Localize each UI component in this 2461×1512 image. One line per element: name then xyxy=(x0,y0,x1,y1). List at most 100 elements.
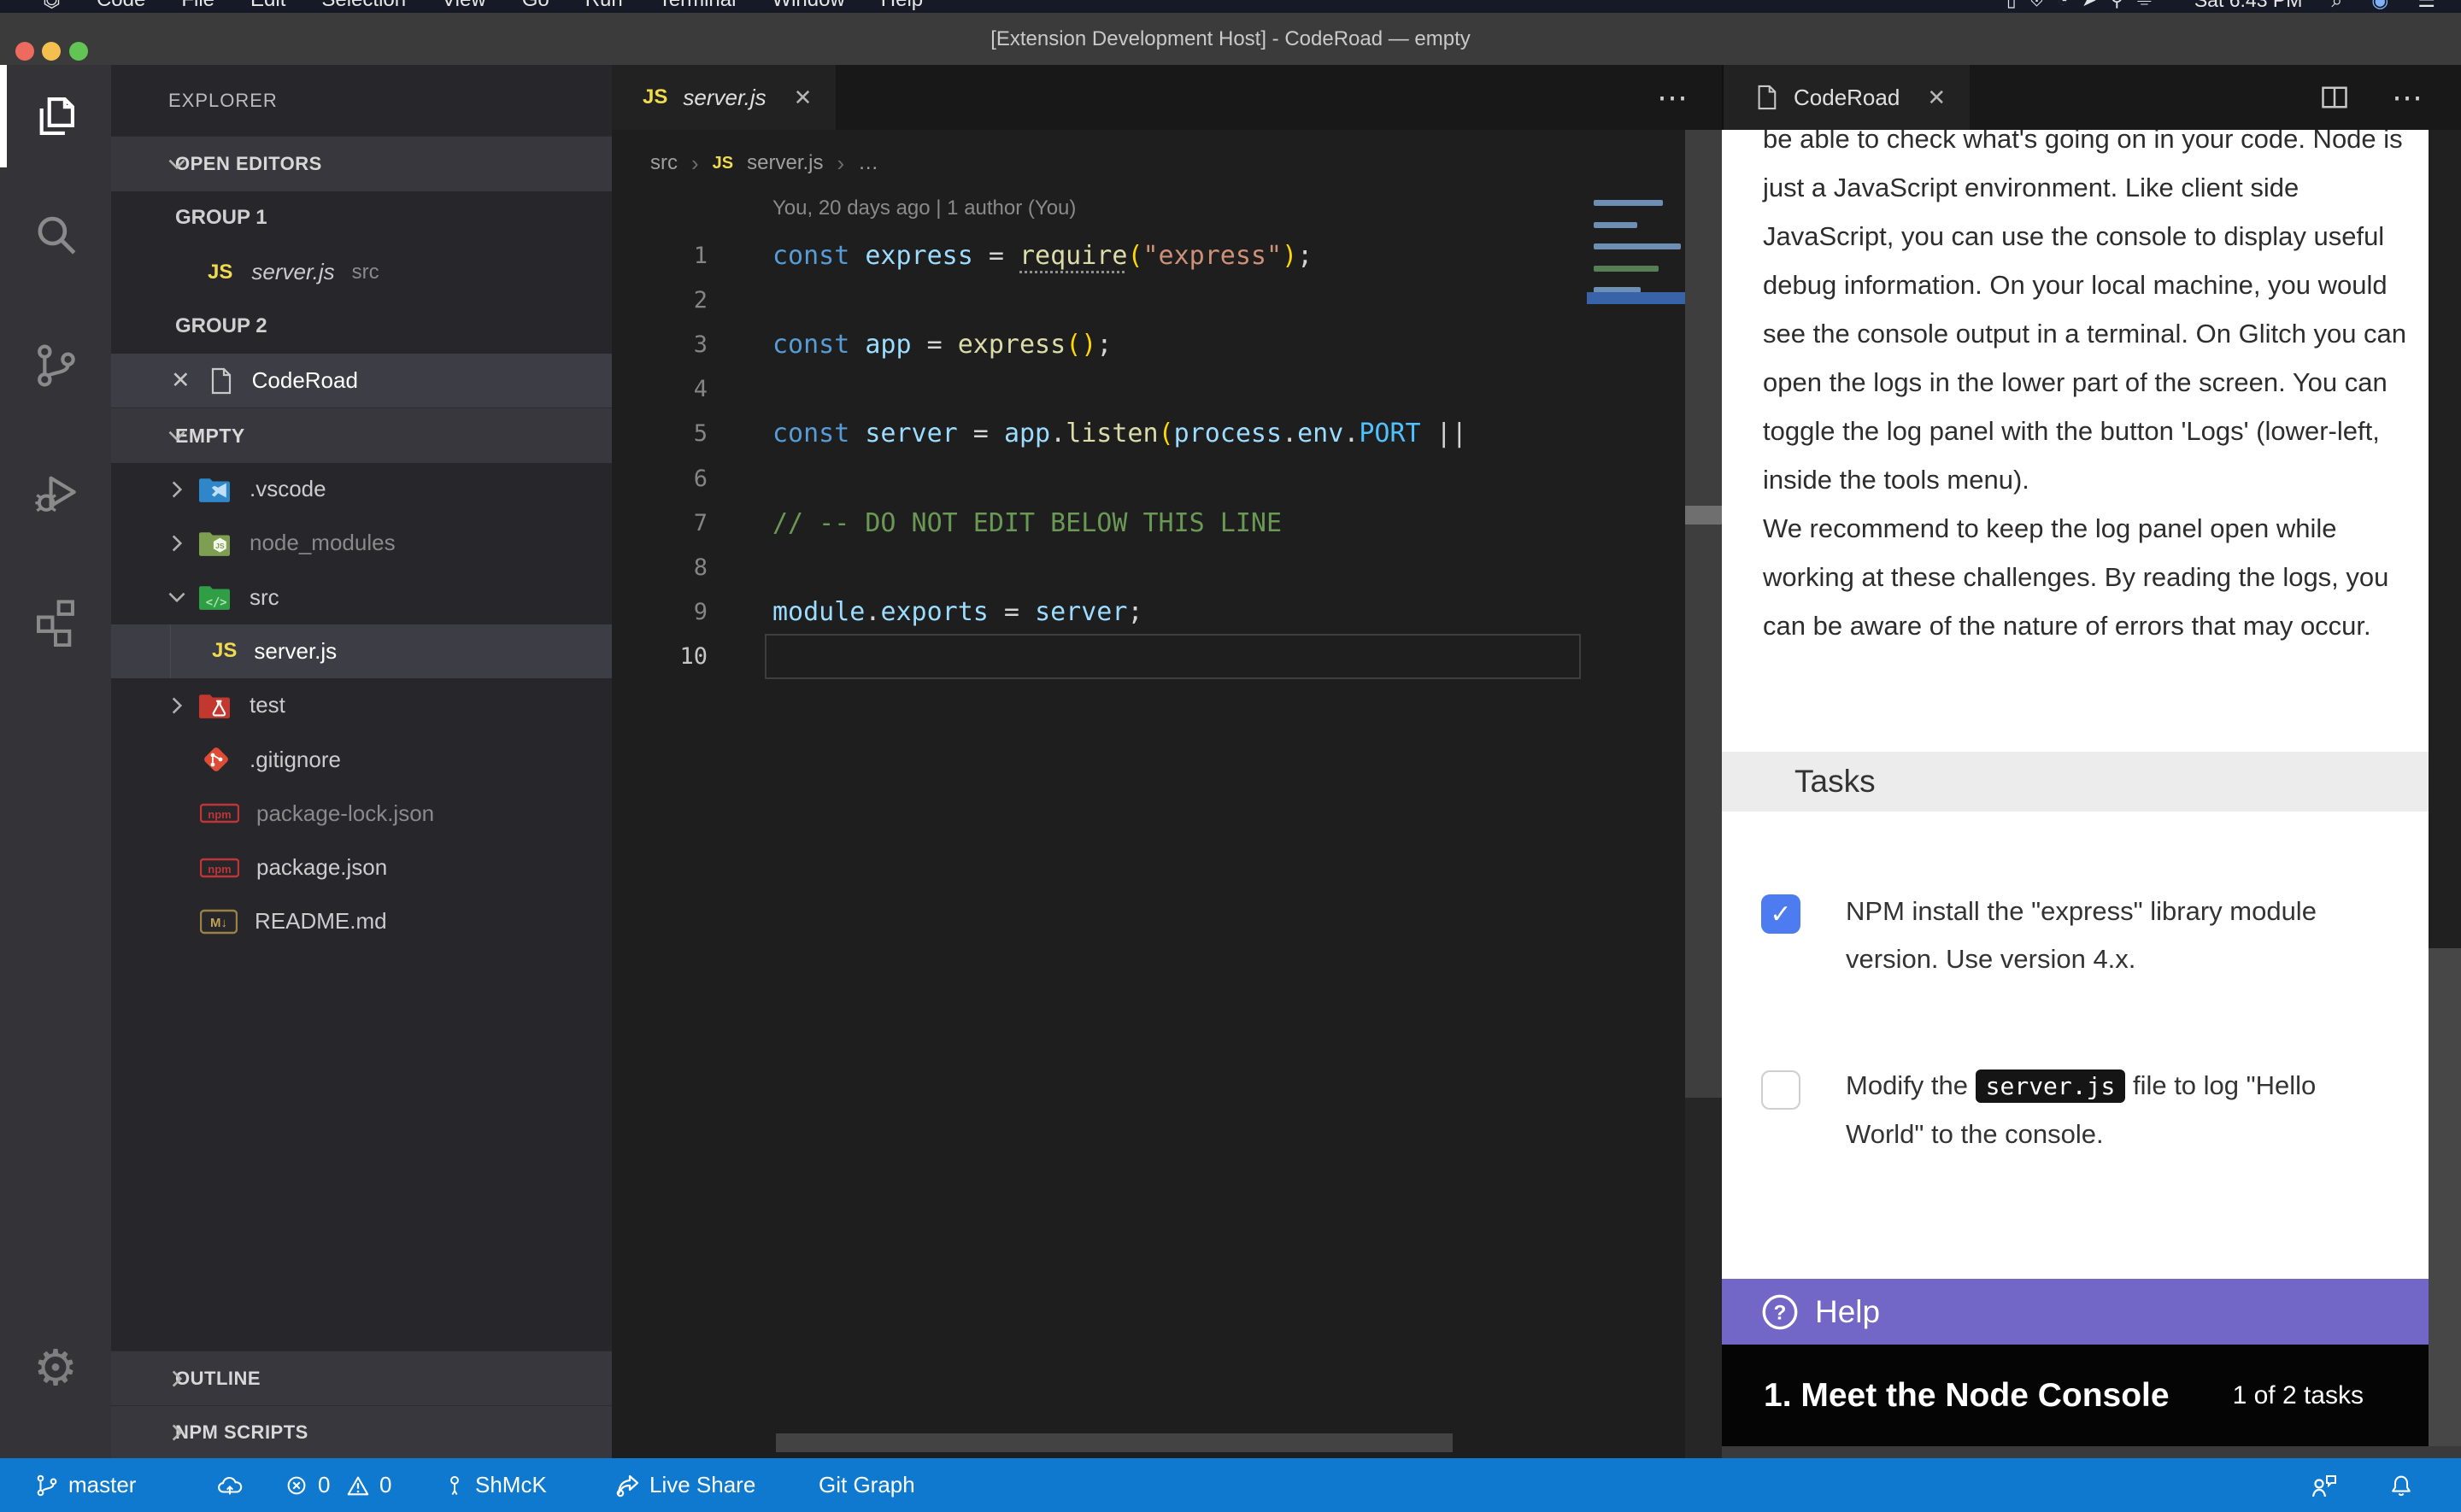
sidebar-item-extensions[interactable] xyxy=(0,571,111,673)
npm-scripts-header[interactable]: NPM SCRIPTS xyxy=(111,1405,612,1458)
tree-item--gitignore[interactable]: .gitignore xyxy=(111,733,612,787)
split-editor-button[interactable] xyxy=(2319,65,2350,130)
code-text: module.exports = server; xyxy=(772,597,1143,627)
tab-server-js[interactable]: JS server.js ✕ xyxy=(612,65,836,130)
task-2-text: Modify the server.js file to log "Hello … xyxy=(1846,1062,2401,1158)
close-tab-icon[interactable]: ✕ xyxy=(1927,85,1946,111)
menu-edit[interactable]: Edit xyxy=(250,0,285,13)
apple-menu-icon[interactable]: ⏣ xyxy=(43,0,61,13)
tree-item-server-js[interactable]: JSserver.js xyxy=(111,624,612,678)
spotlight-icon[interactable]: ⌕ xyxy=(2331,0,2342,12)
status-cloud-upload[interactable] xyxy=(215,1458,244,1512)
window-title: [Extension Development Host] - CodeRoad … xyxy=(0,13,2461,65)
settings-gear-button[interactable]: ⚙ xyxy=(0,1316,111,1419)
vertical-scrollbar[interactable] xyxy=(1685,130,1722,1098)
webview-scrollbar-track[interactable] xyxy=(2429,130,2461,948)
chevron-right-icon xyxy=(164,1366,190,1392)
menu-file[interactable]: File xyxy=(181,0,214,13)
close-icon[interactable]: ✕ xyxy=(171,367,191,394)
webview-scrollbar-thumb[interactable] xyxy=(2429,948,2461,1446)
sidebar-item-explorer[interactable] xyxy=(0,65,111,167)
git-branch-icon xyxy=(34,1473,60,1498)
vertical-scrollbar-track[interactable] xyxy=(1685,1098,1722,1458)
js-icon: JS xyxy=(713,154,733,173)
open-editor-server-js[interactable]: JS server.js src xyxy=(111,245,612,299)
tree-item-node-modules[interactable]: JSnode_modules xyxy=(111,516,612,570)
tree-item-src[interactable]: </>src xyxy=(111,571,612,624)
lesson-progress-bar[interactable]: 1. Meet the Node Console 1 of 2 tasks xyxy=(1722,1345,2429,1446)
menubar-clock[interactable]: Sat 6:43 PM xyxy=(2194,0,2303,12)
code-editor[interactable]: 1const express = require("express");23co… xyxy=(612,233,1722,1433)
code-line-2[interactable]: 2 xyxy=(612,278,1722,322)
code-text: // -- DO NOT EDIT BELOW THIS LINE xyxy=(772,508,1282,538)
open-editors-header[interactable]: OPEN EDITORS xyxy=(111,136,612,191)
code-line-5[interactable]: 5const server = app.listen(process.env.P… xyxy=(612,412,1722,456)
menu-run[interactable]: Run xyxy=(585,0,623,13)
task-progress: 1 of 2 tasks xyxy=(2233,1381,2364,1410)
help-label: Help xyxy=(1815,1294,1880,1330)
code-line-3[interactable]: 3const app = express(); xyxy=(612,322,1722,366)
current-line-highlight xyxy=(765,634,1581,679)
code-line-7[interactable]: 7// -- DO NOT EDIT BELOW THIS LINE xyxy=(612,501,1722,545)
tree-item--vscode[interactable]: .vscode xyxy=(111,462,612,516)
minimap[interactable] xyxy=(1587,196,1685,1433)
status-bell-button[interactable] xyxy=(2388,1458,2414,1512)
status-live-share[interactable]: Live Share xyxy=(614,1458,755,1512)
panel-more-actions-button[interactable]: ⋯ xyxy=(2392,65,2423,130)
tree-item-package-lock-json[interactable]: npmpackage-lock.json xyxy=(111,787,612,841)
menubar-status-icons[interactable]: ▯⛨◔➤⚲⌯ xyxy=(2006,0,2165,11)
folder-section-header[interactable]: EMPTY xyxy=(111,407,612,463)
svg-text:M↓: M↓ xyxy=(210,916,227,930)
breadcrumb[interactable]: src › JS server.js › … xyxy=(612,130,1722,196)
code-line-1[interactable]: 1const express = require("express"); xyxy=(612,233,1722,278)
coderoad-webview: be able to check what's going on in your… xyxy=(1722,130,2429,1446)
breadcrumb-more[interactable]: … xyxy=(858,151,878,175)
code-line-4[interactable]: 4 xyxy=(612,367,1722,412)
siri-icon[interactable]: ◉ xyxy=(2371,0,2388,12)
control-center-icon[interactable]: ☰ xyxy=(2417,0,2435,12)
status-0[interactable]: 0 xyxy=(284,1458,330,1512)
close-tab-icon[interactable]: ✕ xyxy=(794,85,813,111)
sidebar-item-search[interactable] xyxy=(0,185,111,287)
code-line-9[interactable]: 9module.exports = server; xyxy=(612,590,1722,635)
explorer-sidebar: EXPLORER OPEN EDITORS GROUP 1 JS server.… xyxy=(111,65,612,1458)
status-0[interactable]: 0 xyxy=(345,1458,391,1512)
sidebar-item-source-control[interactable] xyxy=(0,314,111,417)
menu-window[interactable]: Window xyxy=(772,0,844,13)
tree-item-test[interactable]: test xyxy=(111,678,612,732)
task-checkbox-unchecked[interactable] xyxy=(1761,1070,1800,1110)
tree-item-package-json[interactable]: npmpackage.json xyxy=(111,841,612,894)
status-shmck[interactable]: ShMcK xyxy=(443,1458,547,1512)
menu-view[interactable]: View xyxy=(442,0,486,13)
scrollbar-handle[interactable] xyxy=(1685,506,1722,525)
split-editor-icon xyxy=(2319,82,2350,113)
chevron-right-icon xyxy=(164,1420,190,1445)
title-bar: [Extension Development Host] - CodeRoad … xyxy=(0,13,2461,66)
status-master[interactable]: master xyxy=(34,1458,136,1512)
codelens-authors[interactable]: You, 20 days ago | 1 author (You) xyxy=(772,196,1076,220)
menu-help[interactable]: Help xyxy=(881,0,923,13)
menu-code[interactable]: Code xyxy=(97,0,145,13)
breadcrumb-server-js[interactable]: server.js xyxy=(747,151,823,175)
editor-more-actions-button[interactable]: ⋯ xyxy=(1657,65,1688,130)
menu-selection[interactable]: Selection xyxy=(321,0,406,13)
code-line-10[interactable]: 10 xyxy=(612,635,1722,679)
menu-terminal[interactable]: Terminal xyxy=(659,0,737,13)
outline-header[interactable]: OUTLINE xyxy=(111,1351,612,1406)
src-folder-icon: </> xyxy=(197,582,232,612)
code-line-6[interactable]: 6 xyxy=(612,456,1722,501)
open-editor-coderoad[interactable]: ✕ CodeRoad xyxy=(111,354,612,407)
status-feedback-button[interactable] xyxy=(2309,1458,2338,1512)
task-checkbox-checked[interactable]: ✓ xyxy=(1761,894,1800,934)
status-git-graph[interactable]: Git Graph xyxy=(819,1458,915,1512)
tree-item-readme-md[interactable]: M↓README.md xyxy=(111,894,612,948)
menu-go[interactable]: Go xyxy=(522,0,549,13)
code-line-8[interactable]: 8 xyxy=(612,545,1722,589)
breadcrumb-src[interactable]: src xyxy=(650,151,678,175)
help-bar[interactable]: ? Help xyxy=(1722,1279,2429,1345)
warning-icon xyxy=(345,1473,371,1498)
minimap-line xyxy=(1594,200,1663,206)
sidebar-item-run-debug[interactable] xyxy=(0,441,111,543)
tab-coderoad[interactable]: CodeRoad ✕ xyxy=(1724,65,1970,130)
horizontal-scrollbar[interactable] xyxy=(776,1433,1453,1452)
